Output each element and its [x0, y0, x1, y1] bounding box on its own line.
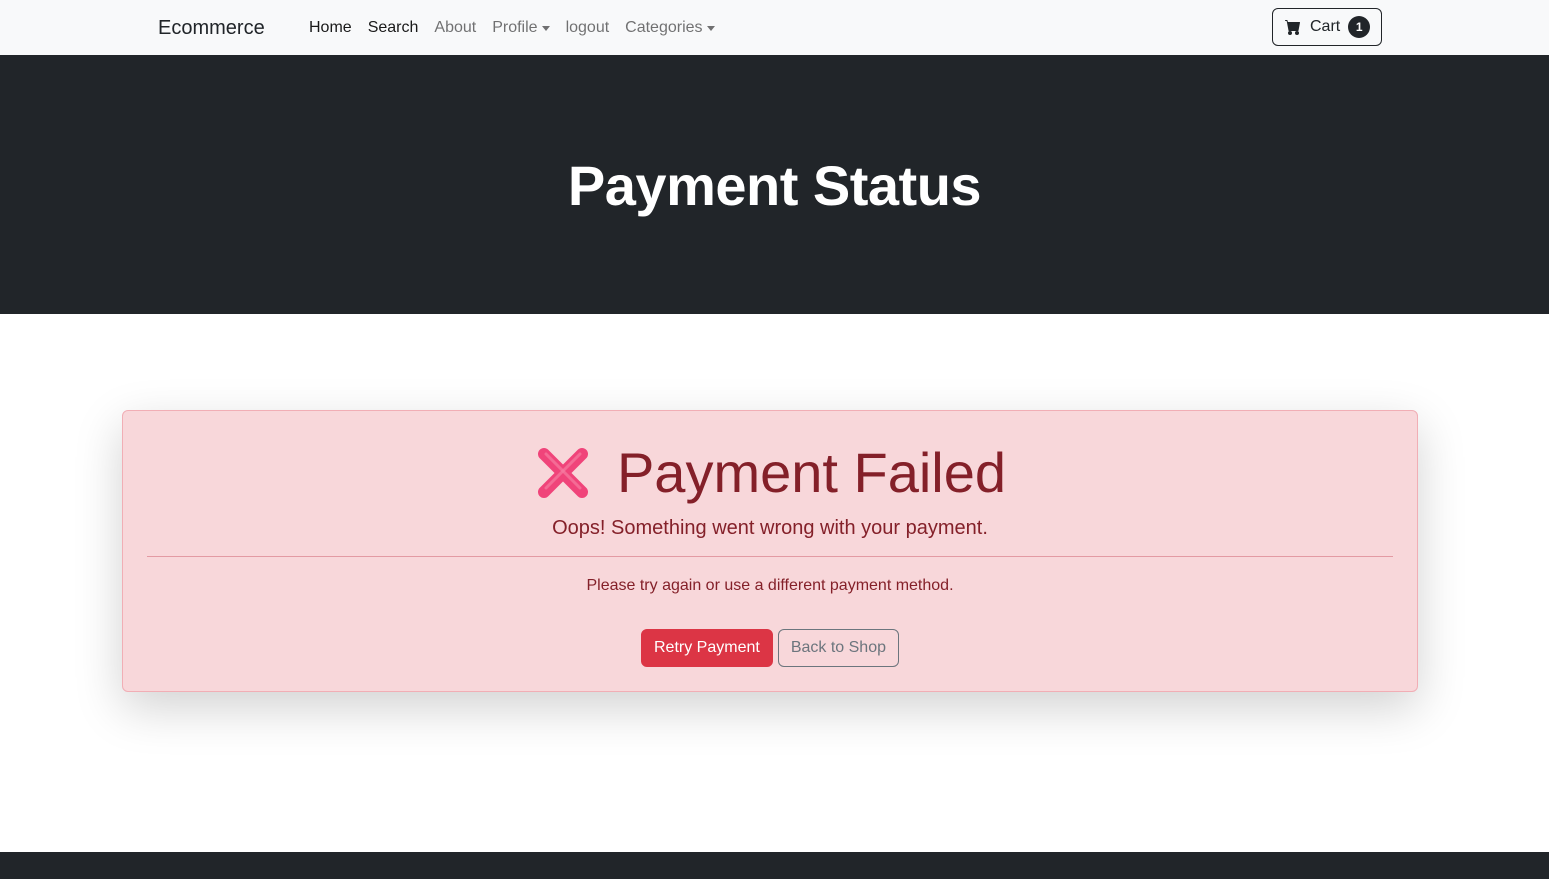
nav-link-search[interactable]: Search: [368, 16, 419, 40]
back-to-shop-button[interactable]: Back to Shop: [777, 629, 899, 667]
nav-link-about[interactable]: About: [434, 16, 476, 40]
page-title: Payment Status: [567, 154, 982, 217]
divider: [147, 556, 1393, 557]
brand-link[interactable]: Ecommerce: [158, 14, 265, 42]
caret-down-icon: [706, 25, 715, 31]
caret-down-icon: [541, 25, 550, 31]
alert-heading-text: Payment Failed: [616, 441, 1007, 504]
alert-actions: Retry Payment Back to Shop: [123, 629, 1417, 667]
nav-dropdown-profile[interactable]: Profile: [492, 16, 550, 40]
cross-mark-icon: [537, 448, 588, 498]
alert-lead-text: Oops! Something went wrong with your pay…: [552, 517, 988, 539]
footer: [0, 852, 1549, 879]
nav-dropdown-categories-label: Categories: [625, 19, 703, 36]
cart-icon: [1285, 20, 1300, 35]
hero-banner: Payment Status: [0, 55, 1549, 314]
nav-link-home[interactable]: Home: [309, 16, 352, 40]
alert-instruction-text: Please try again or use a different paym…: [586, 577, 954, 594]
payment-failed-alert: Payment Failed Oops! Something went wron…: [122, 410, 1418, 692]
nav-links: Home Search About Profile logout Categor…: [309, 16, 731, 40]
cart-button[interactable]: Cart 1: [1272, 8, 1382, 46]
cart-label: Cart: [1310, 18, 1341, 35]
nav-dropdown-categories[interactable]: Categories: [625, 16, 715, 40]
nav-link-logout[interactable]: logout: [566, 16, 610, 40]
nav-dropdown-profile-label: Profile: [492, 19, 538, 36]
navbar: Ecommerce Home Search About Profile logo…: [0, 0, 1549, 55]
cart-count-badge: 1: [1348, 16, 1371, 38]
alert-heading: Payment Failed: [123, 441, 1417, 505]
retry-payment-button[interactable]: Retry Payment: [641, 629, 773, 667]
